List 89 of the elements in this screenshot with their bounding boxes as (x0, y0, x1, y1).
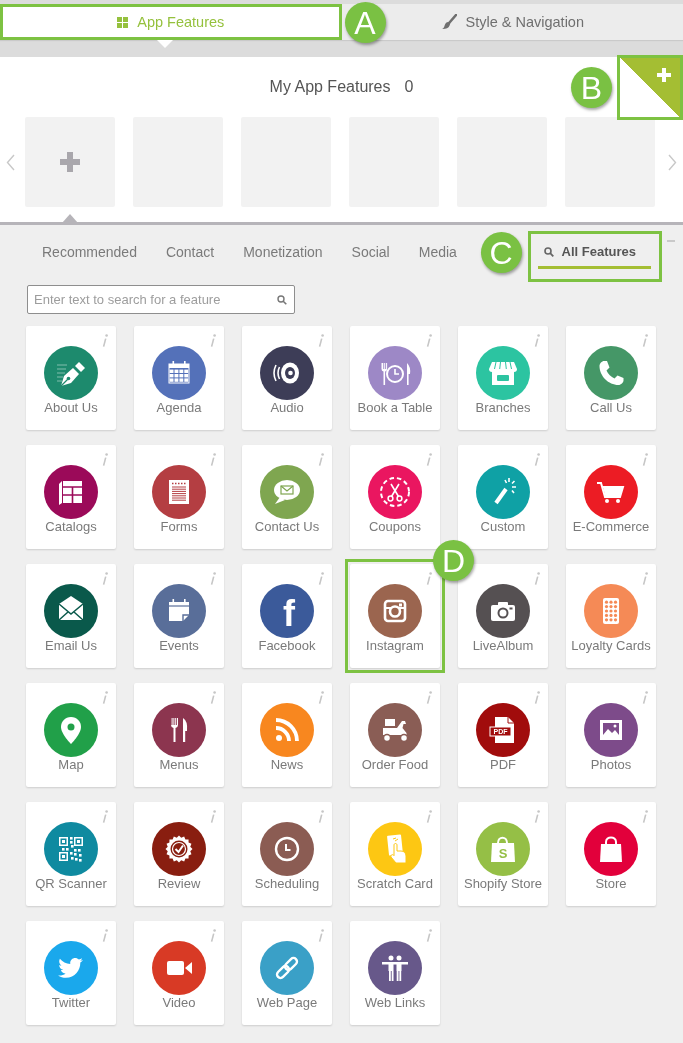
info-icon[interactable] (642, 691, 648, 704)
info-icon[interactable] (642, 334, 648, 347)
callout-badge: C (480, 232, 522, 273)
letter-f-icon: f (260, 584, 314, 638)
feature-tile[interactable]: f Facebook (242, 564, 332, 668)
info-icon[interactable] (426, 572, 432, 585)
feature-tile[interactable]: About Us (26, 326, 116, 430)
info-icon[interactable] (534, 334, 540, 347)
feature-tile[interactable]: Forms (134, 445, 224, 549)
feature-tile[interactable]: Order Food (350, 683, 440, 787)
feature-tile[interactable]: Store (566, 802, 656, 906)
feature-tile[interactable]: Review (134, 802, 224, 906)
info-icon[interactable] (210, 572, 216, 585)
category-tab[interactable]: Contact (165, 244, 215, 269)
feature-tile[interactable]: Call Us (566, 326, 656, 430)
minus-icon (667, 240, 675, 242)
info-icon[interactable] (426, 691, 432, 704)
info-icon[interactable] (318, 929, 324, 942)
info-icon[interactable] (102, 691, 108, 704)
info-icon[interactable] (534, 572, 540, 585)
category-tab[interactable]: Monetization (243, 244, 323, 269)
search-icon[interactable] (277, 295, 287, 305)
tab-pointer (156, 40, 173, 48)
feature-tile[interactable]: Video (134, 921, 224, 1025)
info-icon[interactable] (426, 334, 432, 347)
shopping-bag-icon: S (476, 822, 530, 876)
info-icon[interactable] (210, 810, 216, 823)
info-icon[interactable] (210, 691, 216, 704)
search-icon (543, 247, 554, 257)
search-field[interactable]: Enter text to search for a feature (27, 285, 295, 314)
feature-tile[interactable]: News (242, 683, 332, 787)
info-icon[interactable] (210, 929, 216, 942)
info-icon[interactable] (318, 453, 324, 466)
info-icon[interactable] (642, 810, 648, 823)
info-icon[interactable] (534, 810, 540, 823)
info-icon[interactable] (102, 810, 108, 823)
info-icon[interactable] (102, 929, 108, 942)
feature-tile[interactable]: Photos (566, 683, 656, 787)
feature-tile[interactable]: Contact Us (242, 445, 332, 549)
feature-tile[interactable]: Email Us (26, 564, 116, 668)
info-icon[interactable] (534, 691, 540, 704)
chevron-right-icon[interactable] (668, 154, 677, 171)
feature-tile[interactable]: Branches (458, 326, 548, 430)
feature-tile[interactable]: Loyalty Cards (566, 564, 656, 668)
feature-tile[interactable]: Events (134, 564, 224, 668)
info-icon[interactable] (318, 334, 324, 347)
panel-title: My App Features (269, 77, 391, 97)
info-icon[interactable] (102, 453, 108, 466)
feature-tile[interactable]: Catalogs (26, 445, 116, 549)
feature-tile[interactable]: Agenda (134, 326, 224, 430)
callout-badge: B (571, 67, 612, 108)
info-icon[interactable] (426, 453, 432, 466)
category-tab[interactable]: Social (351, 244, 390, 269)
chevron-left-icon[interactable] (6, 154, 15, 171)
feature-tile[interactable]: Map (26, 683, 116, 787)
info-icon[interactable] (642, 453, 648, 466)
info-icon[interactable] (210, 334, 216, 347)
info-icon[interactable] (426, 810, 432, 823)
feature-tile[interactable]: Menus (134, 683, 224, 787)
feature-tile[interactable]: QR Scanner (26, 802, 116, 906)
plus-icon (657, 68, 671, 82)
feature-tile[interactable]: Custom (458, 445, 548, 549)
feature-tile[interactable]: Web Links (350, 921, 440, 1025)
category-tab[interactable]: Media (418, 244, 457, 269)
feature-tile[interactable]: Web Page (242, 921, 332, 1025)
feature-tile[interactable]: S Shopify Store (458, 802, 548, 906)
feature-tile[interactable]: Audio (242, 326, 332, 430)
feature-tile[interactable]: Book a Table (350, 326, 440, 430)
feature-tile[interactable]: Coupons (350, 445, 440, 549)
info-icon[interactable] (534, 453, 540, 466)
category-tab[interactable]: All Features (537, 244, 651, 269)
info-icon[interactable] (318, 691, 324, 704)
category-tab[interactable]: Recommended (42, 244, 137, 269)
info-icon[interactable] (318, 810, 324, 823)
info-icon[interactable] (210, 453, 216, 466)
feature-tile[interactable]: Instagram (350, 564, 440, 668)
info-icon[interactable] (102, 572, 108, 585)
info-icon[interactable] (318, 572, 324, 585)
feature-tile[interactable]: Scheduling (242, 802, 332, 906)
info-icon[interactable] (102, 334, 108, 347)
feature-count: 0 (404, 77, 414, 97)
info-icon[interactable] (642, 572, 648, 585)
feature-tile[interactable]: Scratch Card (350, 802, 440, 906)
plus-icon (60, 152, 80, 172)
feature-tile[interactable]: E-Commerce (566, 445, 656, 549)
paintbrush-icon (440, 14, 457, 30)
grid-icon (117, 16, 129, 28)
feature-tile[interactable]: Twitter (26, 921, 116, 1025)
info-icon[interactable] (426, 929, 432, 942)
